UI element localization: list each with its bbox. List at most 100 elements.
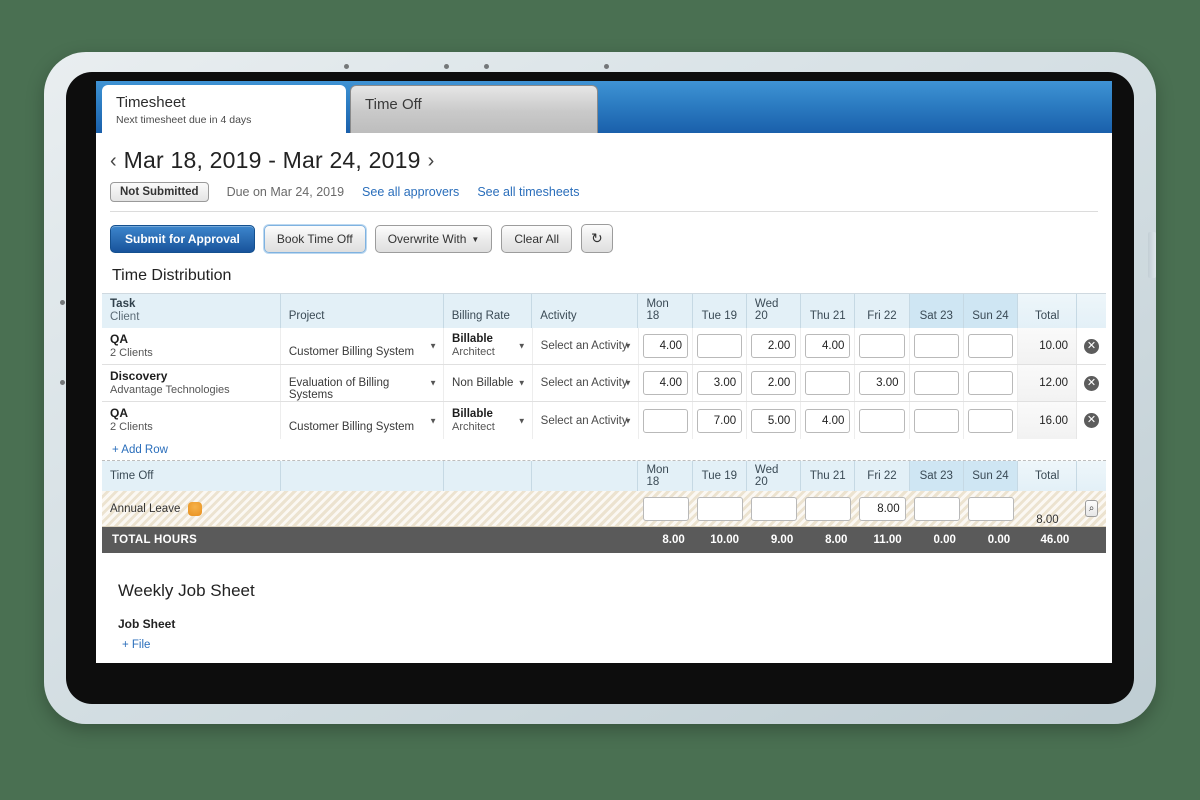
power-button[interactable] <box>1148 232 1156 278</box>
tab-time-off[interactable]: Time Off <box>350 85 598 133</box>
hours-input-tue[interactable] <box>697 334 742 358</box>
total-thu: 8.00 <box>801 527 855 553</box>
hours-input-sat[interactable] <box>914 409 959 433</box>
total-hours-label: TOTAL HOURS <box>102 527 281 553</box>
chevron-down-icon: ▼ <box>429 342 437 351</box>
delete-row-icon[interactable]: ✕ <box>1084 413 1099 428</box>
next-week-icon[interactable]: › <box>428 151 435 171</box>
hours-cell-sat <box>910 328 964 364</box>
leave-hours-input-thu[interactable] <box>805 497 851 521</box>
hours-input-fri[interactable] <box>859 409 904 433</box>
table-row: QA 2 Clients Customer Billing System ▼ B… <box>102 402 1106 439</box>
hours-input-mon[interactable] <box>643 334 688 358</box>
hours-input-sat[interactable] <box>914 371 959 395</box>
row-project-cell[interactable]: Customer Billing System ▼ <box>281 402 444 439</box>
leave-hours-input-wed[interactable] <box>751 497 797 521</box>
header-day-sun: Sun 24 <box>964 294 1018 328</box>
hours-input-fri[interactable] <box>859 371 904 395</box>
header-day-mon: Mon 18 <box>638 294 692 328</box>
overwrite-with-dropdown[interactable]: Overwrite With▼ <box>375 225 493 253</box>
row-client-name: 2 Clients <box>110 421 272 434</box>
leave-hours-cell-wed <box>747 491 801 526</box>
hours-input-wed[interactable] <box>751 334 796 358</box>
hours-input-sun[interactable] <box>968 334 1013 358</box>
header-activity: Activity <box>532 294 638 328</box>
row-activity-cell[interactable]: Select an Activity ▼ <box>533 328 639 364</box>
row-task-cell[interactable]: QA 2 Clients <box>102 328 281 364</box>
add-file-link[interactable]: + File <box>118 639 1112 651</box>
leave-hours-input-tue[interactable] <box>697 497 743 521</box>
time-off-header-tue: Tue 19 <box>693 461 747 491</box>
total-hours-row: TOTAL HOURS 8.00 10.00 9.00 8.00 11.00 0… <box>102 527 1106 553</box>
leave-spacer-3 <box>533 491 639 526</box>
table-row: QA 2 Clients Customer Billing System ▼ B… <box>102 328 1106 365</box>
hours-input-wed[interactable] <box>751 371 796 395</box>
row-billing-rate-cell[interactable]: Billable Architect ▼ <box>444 328 533 364</box>
hours-cell-wed <box>747 328 801 364</box>
side-port-dot-2 <box>60 380 65 385</box>
refresh-icon[interactable]: ↻ <box>581 224 613 253</box>
header-day-wed: Wed 20 <box>747 294 801 328</box>
row-project-cell[interactable]: Customer Billing System ▼ <box>281 328 444 364</box>
row-activity-cell[interactable]: Select an Activity ▼ <box>533 402 639 439</box>
leave-spacer-1 <box>281 491 444 526</box>
grand-total: 46.00 <box>1018 527 1077 553</box>
hours-input-sat[interactable] <box>914 334 959 358</box>
row-task-cell[interactable]: Discovery Advantage Technologies <box>102 365 281 401</box>
header-total: Total <box>1018 294 1077 328</box>
hours-input-tue[interactable] <box>697 371 742 395</box>
time-off-header-actions <box>1077 461 1106 491</box>
time-off-header-fri: Fri 22 <box>855 461 909 491</box>
leave-hours-input-mon[interactable] <box>643 497 689 521</box>
time-off-header-thu: Thu 21 <box>801 461 855 491</box>
leave-hours-input-sat[interactable] <box>914 497 960 521</box>
leave-hours-input-sun[interactable] <box>968 497 1014 521</box>
date-row: ‹ Mar 18, 2019 - Mar 24, 2019 › <box>110 147 1098 174</box>
time-off-header-sun: Sun 24 <box>964 461 1018 491</box>
submit-for-approval-button[interactable]: Submit for Approval <box>110 225 255 253</box>
clear-all-button[interactable]: Clear All <box>501 225 572 253</box>
row-billing-rate-cell[interactable]: Billable Architect ▼ <box>444 402 533 439</box>
delete-row-icon[interactable]: ✕ <box>1084 339 1099 354</box>
tablet-screen: Timesheet Next timesheet due in 4 days T… <box>96 81 1112 663</box>
hours-input-thu[interactable] <box>805 334 850 358</box>
hours-input-mon[interactable] <box>643 409 688 433</box>
chevron-down-icon: ▼ <box>429 416 437 425</box>
row-activity-value: Select an Activity <box>541 377 630 389</box>
time-off-header-spacer-3 <box>532 461 638 491</box>
totals-spacer-3 <box>532 527 638 553</box>
row-actions: ✕ <box>1077 365 1106 401</box>
tab-timesheet[interactable]: Timesheet Next timesheet due in 4 days <box>102 85 346 133</box>
row-activity-cell[interactable]: Select an Activity ▼ <box>533 365 639 401</box>
time-off-header-total: Total <box>1018 461 1077 491</box>
hours-input-fri[interactable] <box>859 334 904 358</box>
book-time-off-button[interactable]: Book Time Off <box>264 225 366 253</box>
see-all-approvers-link[interactable]: See all approvers <box>362 185 459 199</box>
hours-cell-thu <box>801 402 855 439</box>
delete-row-icon[interactable]: ✕ <box>1084 376 1099 391</box>
total-mon: 8.00 <box>639 527 693 553</box>
previous-week-icon[interactable]: ‹ <box>110 151 117 171</box>
hours-input-thu[interactable] <box>805 371 850 395</box>
leave-hours-cell-thu <box>801 491 855 526</box>
page-body: ‹ Mar 18, 2019 - Mar 24, 2019 › Not Subm… <box>96 133 1112 663</box>
leave-hours-input-fri[interactable] <box>859 497 905 521</box>
see-all-timesheets-link[interactable]: See all timesheets <box>477 185 579 199</box>
hours-input-mon[interactable] <box>643 371 688 395</box>
row-project-name: Customer Billing System <box>289 421 414 433</box>
hours-input-tue[interactable] <box>697 409 742 433</box>
hours-input-thu[interactable] <box>805 409 850 433</box>
hours-input-sun[interactable] <box>968 371 1013 395</box>
hours-cell-sat <box>910 365 964 401</box>
row-project-cell[interactable]: Evaluation of Billing Systems ▼ <box>281 365 444 401</box>
search-icon[interactable]: ⌕ <box>1085 500 1098 517</box>
hours-cell-tue <box>693 402 747 439</box>
row-billing-rate-cell[interactable]: Non Billable ▼ <box>444 365 533 401</box>
row-task-cell[interactable]: QA 2 Clients <box>102 402 281 439</box>
hours-input-wed[interactable] <box>751 409 796 433</box>
add-row-link[interactable]: + Add Row <box>112 444 168 456</box>
due-date-text: Due on Mar 24, 2019 <box>227 185 344 199</box>
hours-input-sun[interactable] <box>968 409 1013 433</box>
leave-type-label: Annual Leave <box>110 503 180 515</box>
row-task-name: QA <box>110 407 272 420</box>
